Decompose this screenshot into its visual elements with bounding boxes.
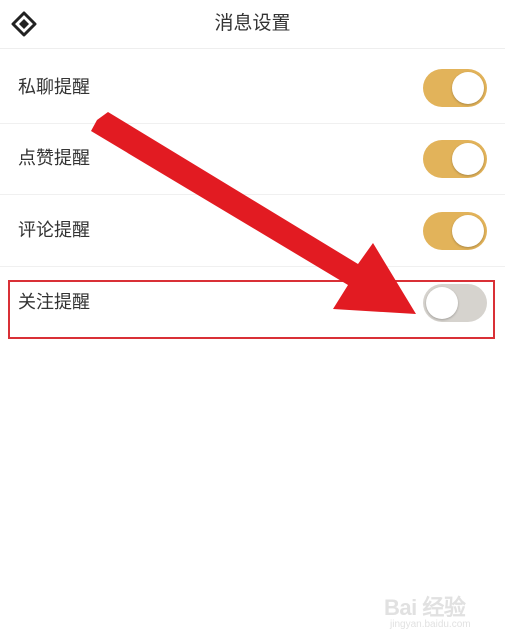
setting-row-private-chat: 私聊提醒 [0,52,505,124]
toggle-knob [426,287,458,319]
toggle-knob [452,72,484,104]
watermark-brand: Bai 经验 [384,595,466,620]
setting-label: 评论提醒 [18,220,90,241]
setting-row-likes: 点赞提醒 [0,123,505,195]
setting-label: 私聊提醒 [18,77,90,98]
comments-toggle[interactable] [423,212,487,250]
likes-toggle[interactable] [423,140,487,178]
toggle-knob [452,215,484,247]
private-chat-toggle[interactable] [423,69,487,107]
watermark: Bai 经验 jingyan.baidu.com [384,586,494,636]
page-title: 消息设置 [214,12,291,34]
setting-row-comments: 评论提醒 [0,195,505,267]
setting-label: 关注提醒 [18,292,90,313]
top-bar: 消息设置 [0,0,505,49]
toggle-knob [452,143,484,175]
setting-row-follows: 关注提醒 [0,267,505,338]
follows-toggle[interactable] [423,284,487,322]
setting-label: 点赞提醒 [18,148,90,169]
watermark-url: jingyan.baidu.com [390,619,471,630]
